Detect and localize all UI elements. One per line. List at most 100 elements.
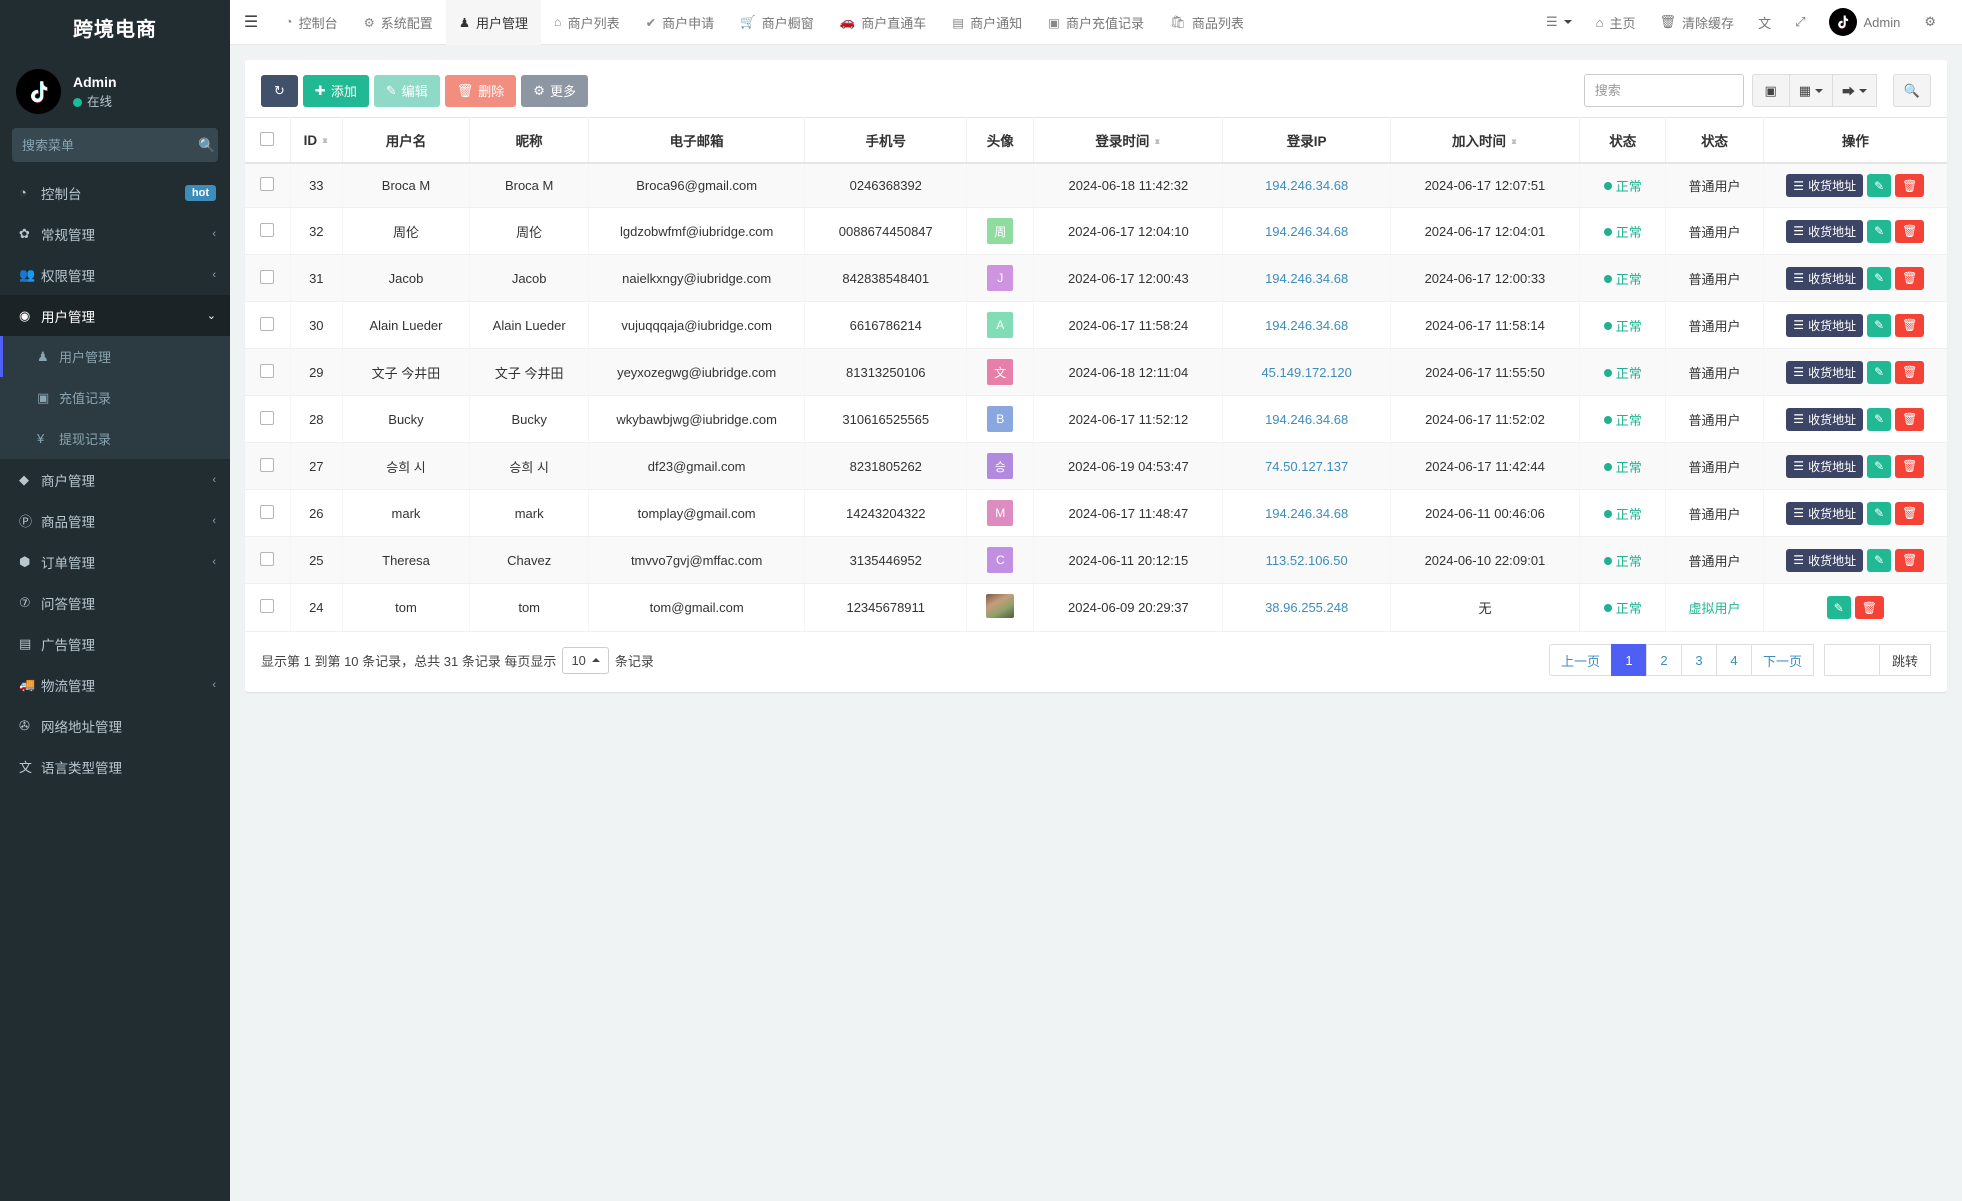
row-address-button[interactable]: ☰ 收货地址: [1786, 174, 1864, 197]
row-checkbox-cell[interactable]: [245, 163, 291, 208]
row-delete-button[interactable]: 🗑: [1895, 501, 1925, 525]
cell-login-ip[interactable]: 194.246.34.68: [1222, 254, 1391, 302]
row-delete-button[interactable]: 🗑: [1895, 313, 1925, 337]
row-delete-button[interactable]: 🗑: [1895, 454, 1925, 478]
table-row[interactable]: 31 Jacob Jacob naielkxngy@iubridge.com 84283…: [245, 254, 1947, 302]
tab-9[interactable]: 🛍 商品列表: [1157, 0, 1257, 45]
sidebar-item-8[interactable]: Ⓟ 商品管理 ‹: [0, 500, 230, 541]
row-delete-button[interactable]: 🗑: [1895, 407, 1925, 431]
row-delete-button[interactable]: 🗑: [1895, 266, 1925, 290]
hamburger-icon[interactable]: ☰: [230, 0, 272, 45]
tab-3[interactable]: ⌂ 商户列表: [541, 0, 633, 45]
row-checkbox[interactable]: [260, 177, 275, 191]
sidebar-item-10[interactable]: ⑦ 问答管理: [0, 582, 230, 623]
tab-7[interactable]: ▤ 商户通知: [939, 0, 1035, 45]
delete-button[interactable]: 🗑 删除: [444, 74, 517, 107]
language-button[interactable]: 文: [1746, 0, 1783, 45]
table-row[interactable]: 25 Theresa Chavez tmvvo7gvj@mffac.com 313544…: [245, 536, 1947, 584]
row-checkbox[interactable]: [260, 599, 275, 613]
tab-6[interactable]: 🚗 商户直通车: [827, 0, 940, 45]
row-checkbox-cell[interactable]: [245, 254, 291, 302]
table-row[interactable]: 30 Alain Lueder Alain Lueder vujuqqqaja@iub…: [245, 301, 1947, 349]
login-ip-link[interactable]: 45.149.172.120: [1261, 365, 1351, 380]
next-page-button[interactable]: 下一页: [1750, 644, 1814, 676]
row-address-button[interactable]: ☰ 收货地址: [1786, 313, 1864, 337]
select-all-checkbox[interactable]: [260, 131, 275, 146]
row-checkbox[interactable]: [260, 222, 275, 237]
cell-login-ip[interactable]: 194.246.34.68: [1222, 489, 1391, 537]
list-menu-icon[interactable]: ☰: [1534, 0, 1584, 45]
page-button-3[interactable]: 3: [1680, 644, 1717, 676]
sidebar-item-12[interactable]: 🚚 物流管理 ‹: [0, 664, 230, 705]
cell-login-ip[interactable]: 194.246.34.68: [1222, 207, 1391, 255]
cell-login-ip[interactable]: 45.149.172.120: [1222, 348, 1391, 396]
prev-page-button[interactable]: 上一页: [1548, 644, 1612, 676]
cell-login-ip[interactable]: 38.96.255.248: [1222, 583, 1391, 632]
sidebar-item-2[interactable]: 👥 权限管理 ‹: [0, 254, 230, 295]
page-button-4[interactable]: 4: [1715, 644, 1752, 676]
login-ip-link[interactable]: 74.50.127.137: [1265, 459, 1348, 474]
sidebar-item-7[interactable]: ◆ 商户管理 ‹: [0, 459, 230, 500]
row-checkbox-cell[interactable]: [245, 442, 291, 490]
export-icon[interactable]: ⮕: [1831, 74, 1877, 107]
jump-button[interactable]: 跳转: [1878, 644, 1931, 676]
row-edit-button[interactable]: ✎: [1867, 407, 1892, 431]
clear-cache-button[interactable]: 🗑 清除缓存: [1648, 0, 1747, 45]
tab-0[interactable]: ◔ 控制台: [272, 0, 351, 45]
sidebar-item-4[interactable]: ♟ 用户管理: [0, 336, 230, 377]
sidebar-item-9[interactable]: ⬢ 订单管理 ‹: [0, 541, 230, 582]
row-edit-button[interactable]: ✎: [1867, 313, 1892, 337]
row-checkbox[interactable]: [260, 269, 275, 284]
row-checkbox[interactable]: [260, 504, 275, 519]
jump-page-input[interactable]: [1823, 644, 1880, 676]
row-edit-button[interactable]: ✎: [1867, 548, 1892, 572]
search-icon[interactable]: 🔍: [198, 137, 215, 154]
cell-login-ip[interactable]: 194.246.34.68: [1222, 163, 1391, 208]
row-delete-button[interactable]: 🗑: [1895, 219, 1925, 243]
row-address-button[interactable]: ☰ 收货地址: [1786, 454, 1864, 478]
login-ip-link[interactable]: 38.96.255.248: [1265, 600, 1348, 615]
table-row[interactable]: 24 tom tom tom@gmail.com 12345678911 2024-06-…: [245, 583, 1947, 632]
cell-login-ip[interactable]: 113.52.106.50: [1222, 536, 1391, 584]
row-edit-button[interactable]: ✎: [1867, 219, 1892, 243]
table-row[interactable]: 28 Bucky Bucky wkybawbjwg@iubridge.com 31061…: [245, 395, 1947, 443]
row-edit-button[interactable]: ✎: [1867, 454, 1892, 478]
menu-search-input[interactable]: [22, 137, 198, 153]
col-join_time[interactable]: 加入时间 ▲ ▼: [1390, 117, 1581, 164]
login-ip-link[interactable]: 194.246.34.68: [1265, 412, 1348, 427]
table-row[interactable]: 29 文子 今井田 文子 今井田 yeyxozegwg@iubridge.com 813…: [245, 348, 1947, 396]
row-checkbox[interactable]: [260, 410, 275, 425]
search-submit-button[interactable]: 🔍: [1893, 74, 1931, 107]
row-checkbox-cell[interactable]: [245, 583, 291, 632]
col-login_time[interactable]: 登录时间 ▲ ▼: [1033, 117, 1224, 164]
row-address-button[interactable]: ☰ 收货地址: [1786, 548, 1864, 572]
row-delete-button[interactable]: 🗑: [1854, 596, 1884, 619]
login-ip-link[interactable]: 194.246.34.68: [1265, 318, 1348, 333]
row-edit-button[interactable]: ✎: [1867, 501, 1892, 525]
login-ip-link[interactable]: 113.52.106.50: [1266, 553, 1348, 568]
sidebar-item-6[interactable]: ¥ 提现记录: [0, 418, 230, 459]
row-checkbox-cell[interactable]: [245, 489, 291, 537]
col-id[interactable]: ID ▲ ▼: [290, 117, 343, 164]
search-input[interactable]: [1583, 74, 1744, 107]
fullscreen-button[interactable]: ⤢: [1783, 0, 1817, 45]
row-checkbox-cell[interactable]: [245, 207, 291, 255]
more-button[interactable]: ⚙ 更多: [521, 74, 588, 107]
cell-login-ip[interactable]: 74.50.127.137: [1222, 442, 1391, 490]
row-checkbox-cell[interactable]: [245, 395, 291, 443]
row-address-button[interactable]: ☰ 收货地址: [1786, 360, 1864, 384]
cell-login-ip[interactable]: 194.246.34.68: [1222, 301, 1391, 349]
row-address-button[interactable]: ☰ 收货地址: [1786, 407, 1864, 431]
table-row[interactable]: 27 승희 시 승희 시 df23@gmail.com 8231805262 승 2024-…: [245, 442, 1947, 490]
login-ip-link[interactable]: 194.246.34.68: [1265, 178, 1348, 193]
sidebar-item-0[interactable]: ◔ 控制台 hot: [0, 172, 230, 213]
sidebar-item-13[interactable]: ✇ 网络地址管理: [0, 705, 230, 746]
sidebar-item-11[interactable]: ▤ 广告管理: [0, 623, 230, 664]
tab-8[interactable]: ▣ 商户充值记录: [1035, 0, 1157, 45]
tab-4[interactable]: ✔ 商户申请: [633, 0, 728, 45]
tab-5[interactable]: 🛒 商户橱窗: [727, 0, 827, 45]
table-row[interactable]: 26 mark mark tomplay@gmail.com 14243204322 M 2…: [245, 489, 1947, 537]
row-checkbox[interactable]: [260, 363, 275, 378]
cell-login-ip[interactable]: 194.246.34.68: [1222, 395, 1391, 443]
add-button[interactable]: ✚ 添加: [302, 74, 369, 107]
